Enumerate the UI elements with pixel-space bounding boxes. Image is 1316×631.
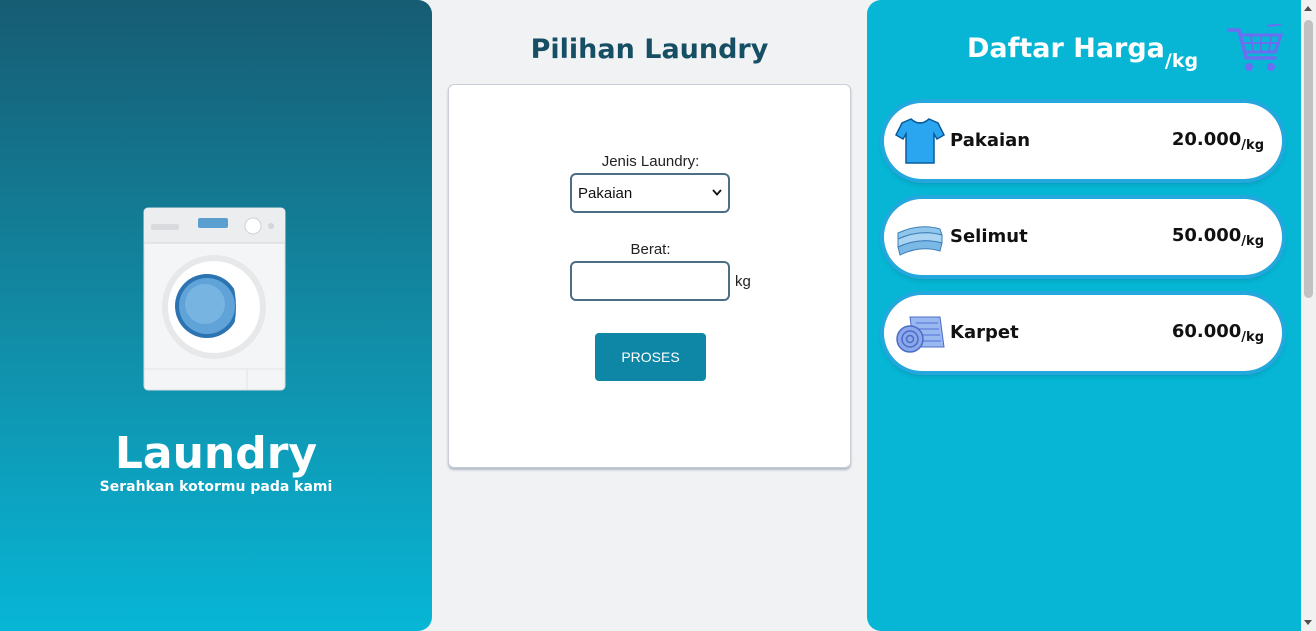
scroll-thumb[interactable] (1304, 20, 1313, 298)
brand-subtitle: Serahkan kotormu pada kami (99, 479, 333, 495)
weight-label: Berat: (630, 241, 671, 258)
type-label: Jenis Laundry: (601, 153, 700, 170)
chevron-down-icon (712, 187, 722, 199)
item-name: Pakaian (950, 130, 1031, 151)
carpet-roll-icon (896, 316, 945, 353)
scroll-down-arrow-icon[interactable] (1304, 620, 1312, 625)
item-price-unit: /kg (1241, 234, 1264, 249)
process-button[interactable]: PROSES (595, 333, 706, 381)
price-item-selimut: Selimut 50.000/kg (884, 199, 1282, 275)
item-name: Karpet (950, 322, 1019, 343)
weight-input[interactable] (570, 261, 730, 301)
brand-title: Laundry (114, 428, 318, 479)
scrollbar[interactable] (1301, 0, 1316, 631)
item-price: 50.000/kg (1171, 225, 1264, 249)
price-item-pakaian: Pakaian 20.000/kg (884, 103, 1282, 179)
scroll-up-arrow-icon[interactable] (1304, 6, 1312, 11)
item-price-value: 60.000 (1171, 321, 1242, 342)
price-list-title: Daftar Harga/kg (967, 33, 1198, 72)
laundry-form: Jenis Laundry: Pakaian Berat: kg PROSES (448, 84, 851, 468)
item-price-value: 20.000 (1171, 129, 1242, 150)
laundry-type-select[interactable]: Pakaian (570, 173, 730, 213)
weight-unit: kg (735, 273, 751, 290)
shirt-icon (895, 118, 945, 164)
blanket-icon (897, 226, 943, 256)
laundry-type-value: Pakaian (578, 184, 633, 202)
item-price-value: 50.000 (1171, 225, 1242, 246)
price-item-karpet: Karpet 60.000/kg (884, 295, 1282, 371)
page-title: Pilihan Laundry (530, 34, 769, 65)
item-price-unit: /kg (1241, 330, 1264, 345)
item-price: 20.000/kg (1171, 129, 1264, 153)
washing-machine-icon (143, 207, 286, 391)
item-name: Selimut (950, 226, 1028, 247)
cart-icon[interactable] (1227, 24, 1285, 74)
hero-panel: Laundry Serahkan kotormu pada kami (0, 0, 432, 631)
item-price-unit: /kg (1241, 138, 1264, 153)
item-price: 60.000/kg (1171, 321, 1264, 345)
price-list-title-unit: /kg (1164, 50, 1199, 72)
price-panel: Daftar Harga/kg Pakaian 20.000/kg Selimu… (867, 0, 1301, 631)
price-list-title-text: Daftar Harga (967, 33, 1165, 64)
